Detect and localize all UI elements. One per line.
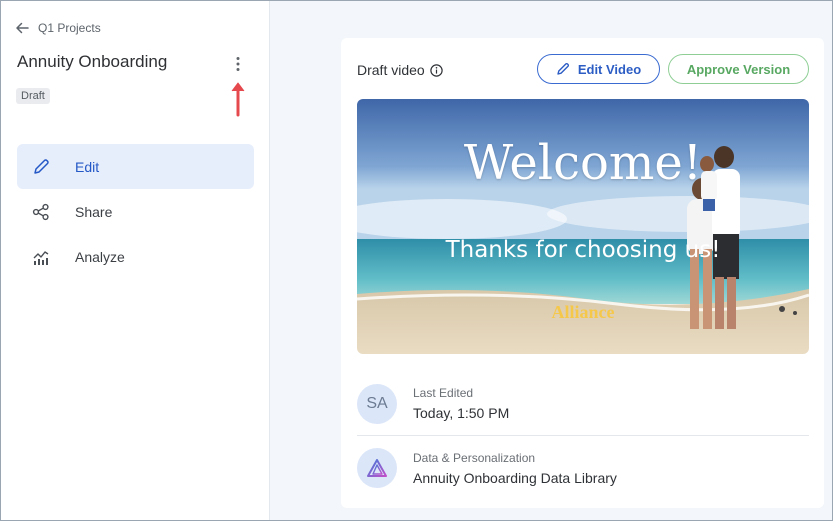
card-header: Draft video Edit Video Approve Version [357, 54, 809, 84]
last-edited-label: Last Edited [413, 386, 474, 400]
info-icon[interactable] [430, 63, 443, 77]
main-content: Draft video Edit Video Approve Version W… [270, 1, 832, 520]
analytics-icon [33, 250, 49, 265]
arrow-left-icon [16, 22, 29, 34]
kebab-menu-icon [236, 57, 240, 71]
video-preview[interactable]: Welcome! Thanks for choosing us! Allianc… [357, 99, 809, 354]
sidebar: Q1 Projects Annuity Onboarding Draft Edi… [1, 1, 270, 520]
more-options-button[interactable] [230, 54, 246, 74]
back-link[interactable]: Q1 Projects [15, 21, 101, 35]
prism-icon [367, 459, 387, 477]
annotation-arrow-icon [231, 82, 245, 117]
video-card: Draft video Edit Video Approve Version W… [341, 38, 824, 508]
pencil-icon [557, 62, 569, 75]
edit-video-label: Edit Video [577, 61, 642, 77]
status-badge: Draft [16, 88, 50, 104]
pencil-icon [34, 158, 49, 174]
video-headline: Welcome! [463, 135, 703, 191]
sidebar-item-analyze[interactable]: Analyze [17, 234, 254, 279]
data-library-name[interactable]: Annuity Onboarding Data Library [413, 470, 617, 486]
data-library-avatar [357, 448, 397, 488]
page-title: Annuity Onboarding [17, 52, 168, 71]
app-window: Q1 Projects Annuity Onboarding Draft Edi… [0, 0, 833, 521]
draft-video-text: Draft video [357, 62, 425, 78]
sidebar-item-label: Share [75, 203, 113, 220]
approve-version-label: Approve Version [686, 61, 791, 77]
draft-video-label: Draft video [357, 62, 443, 78]
last-edited-value: Today, 1:50 PM [413, 405, 510, 421]
data-personalization-row[interactable]: Data & Personalization Annuity Onboardin… [357, 437, 809, 499]
data-personalization-label: Data & Personalization [413, 450, 536, 465]
sidebar-item-label: Edit [75, 158, 100, 175]
last-edited-info: Last Edited Today, 1:50 PM [413, 386, 509, 421]
share-icon [32, 203, 49, 220]
back-link-label: Q1 Projects [38, 21, 101, 35]
sidebar-item-edit[interactable]: Edit [17, 144, 254, 189]
sidebar-nav: Edit Share Analyze [17, 144, 254, 279]
video-brand-logo: Alliance [551, 302, 615, 322]
sidebar-item-share[interactable]: Share [17, 189, 254, 234]
video-subline: Thanks for choosing us! [445, 237, 721, 263]
approve-version-button[interactable]: Approve Version [668, 54, 809, 84]
edit-video-button[interactable]: Edit Video [537, 54, 660, 84]
avatar: SA [357, 383, 397, 424]
sidebar-item-label: Analyze [75, 248, 125, 265]
data-library-info: Data & Personalization Annuity Onboardin… [413, 451, 617, 486]
last-edited-row: SA Last Edited Today, 1:50 PM [357, 372, 809, 436]
